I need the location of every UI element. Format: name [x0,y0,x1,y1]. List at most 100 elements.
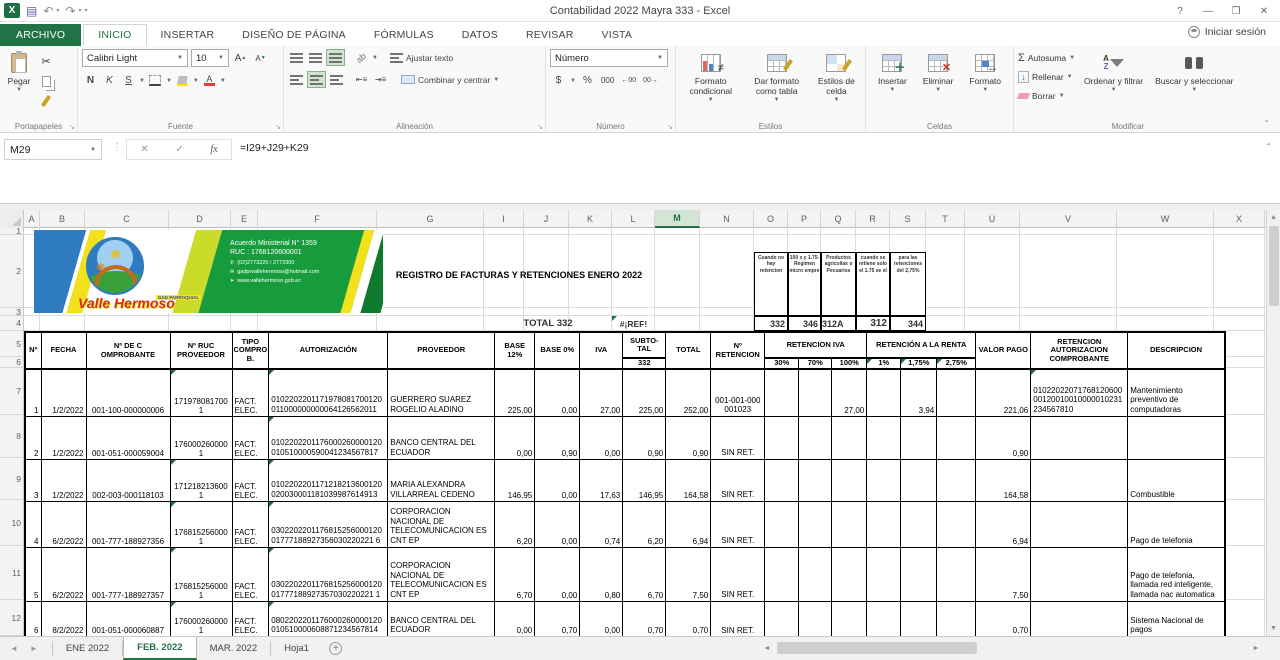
cell-autorizacion[interactable]: 0102202201176000260000120010510000590041… [269,416,388,459]
cell-proveedor[interactable]: GUERRERO SUAREZ ROGELIO ALADINO [388,369,495,416]
cell-valor_pago[interactable]: 0,70 [976,601,1031,636]
sign-in-button[interactable]: Iniciar sesión [1188,26,1266,38]
cell-n[interactable]: 4 [25,501,41,547]
cell-n_retencion[interactable]: SIN RET. [711,459,765,501]
cell-p1[interactable] [867,601,901,636]
cell-base0[interactable]: 0,00 [535,369,580,416]
cell-p1[interactable] [867,416,901,459]
ref-error-cell[interactable]: #¡REF! [612,316,655,331]
cell-n_retencion[interactable]: SIN RET. [711,547,765,601]
cell-r30[interactable] [765,547,799,601]
shrink-font-icon[interactable]: A▼ [252,50,269,67]
ref-code-cell[interactable]: 344 [890,316,926,331]
sheet-nav-right-icon[interactable]: ► [30,644,38,653]
header-fecha[interactable]: FECHA [41,332,86,369]
font-size-combo[interactable]: 10▼ [191,49,229,67]
cell-fecha[interactable]: 6/2/2022 [41,501,86,547]
cell-fecha[interactable]: 1/2/2022 [41,459,86,501]
cell-ret_aut[interactable] [1031,501,1128,547]
cell-p1[interactable] [867,547,901,601]
enter-icon[interactable]: ✓ [175,144,183,155]
paste-button[interactable]: Pegar▼ [4,49,34,109]
autosum-button[interactable]: Σ Autosuma▼ [1018,49,1075,67]
cell-tipo[interactable]: FACT. ELEC. [232,501,269,547]
cell-base12[interactable]: 6,70 [495,547,535,601]
collapse-ribbon-icon[interactable]: ⌃ [1263,119,1270,128]
header-valor_pago[interactable]: VALOR PAGO [976,332,1031,369]
insert-cells-button[interactable]: ＋ Insertar▼ [875,49,910,96]
row-header-11[interactable]: 11 [0,546,24,600]
cell-tipo[interactable]: FACT. ELEC. [232,547,269,601]
name-box-dropdown-icon[interactable]: ▼ [90,147,96,153]
cell-r30[interactable] [765,501,799,547]
formula-input[interactable]: =I29+J29+K29 [240,142,309,154]
cell-base12[interactable]: 6,20 [495,501,535,547]
cell-fecha[interactable]: 6/2/2022 [41,547,86,601]
cell-r70[interactable] [799,369,832,416]
cell-p175[interactable] [901,601,937,636]
cell-proveedor[interactable]: BANCO CENTRAL DEL ECUADOR [388,416,495,459]
column-header-i[interactable]: I [484,210,524,228]
alignment-dialog-launcher-icon[interactable]: ↘ [537,123,543,131]
scroll-right-icon[interactable]: ► [1248,645,1264,652]
name-box-splitter[interactable]: ⋮ [112,142,122,153]
cell-n_retencion[interactable]: SIN RET. [711,501,765,547]
currency-icon[interactable]: $ [550,72,567,89]
cell-valor_pago[interactable]: 6,94 [976,501,1031,547]
vertical-scrollbar[interactable]: ▲ ▼ [1266,210,1280,636]
cell-p175[interactable] [901,547,937,601]
sheet-tab-mar-2022[interactable]: MAR. 2022 [197,637,271,660]
cell-r70[interactable] [799,416,832,459]
grow-font-icon[interactable]: A▲ [232,50,249,67]
cell-r100[interactable] [832,547,867,601]
name-box[interactable]: M29 ▼ [4,139,102,160]
header-base0[interactable]: BASE 0% [535,332,580,369]
cell-r70[interactable] [799,501,832,547]
help-icon[interactable]: ? [1166,0,1194,22]
header-ruc[interactable]: Nº RUC PROVEEDOR [170,332,232,369]
underline-dropdown-icon[interactable]: ▼ [139,78,145,84]
delete-cells-button[interactable]: ✕ Eliminar▼ [920,49,957,96]
cell-subtotal[interactable]: 146,95 [623,459,666,501]
cell-p1[interactable] [867,501,901,547]
cell-comprobante[interactable]: 001-777-188927357 [86,547,170,601]
cell-r70[interactable] [799,547,832,601]
column-header-n[interactable]: N [700,210,754,228]
cell-base0[interactable]: 0,90 [535,416,580,459]
header-renta175[interactable]: 1,75% [901,358,937,369]
horizontal-scrollbar[interactable]: ◄ ► [759,640,1264,656]
new-sheet-button[interactable]: + [322,637,350,660]
cell-r70[interactable] [799,459,832,501]
cell-r30[interactable] [765,459,799,501]
cell-tipo[interactable]: FACT. ELEC. [232,601,269,636]
row-header-10[interactable]: 10 [0,500,24,546]
header-ret_comprobante[interactable]: RETENCION AUTORIZACION COMPROBANTE [1031,332,1128,369]
comma-style-icon[interactable]: 000 [599,72,616,89]
cell-base12[interactable]: 225,00 [495,369,535,416]
insert-function-icon[interactable]: fx [210,144,217,155]
cell-comprobante[interactable]: 001-051-000059004 [86,416,170,459]
cell-ruc[interactable]: 1712182136001 [170,459,232,501]
sheet-tab-ene-2022[interactable]: ENE 2022 [53,637,122,660]
cell-proveedor[interactable]: CORPORACION NACIONAL DE TELECOMUNICACION… [388,547,495,601]
cell-r70[interactable] [799,601,832,636]
font-name-combo[interactable]: Calibri Light▼ [82,49,188,67]
cell-total[interactable]: 164,58 [666,459,711,501]
header-subtotal[interactable]: SUBTO-TAL [623,332,666,358]
cell-descripcion[interactable]: Pago de telefonia [1128,501,1225,547]
cell-ruc[interactable]: 1719780817001 [170,369,232,416]
header-renta275[interactable]: 2,75% [937,358,976,369]
cell-tipo[interactable]: FACT. ELEC. [232,416,269,459]
cell-base12[interactable]: 0,00 [495,601,535,636]
header-iva70[interactable]: 70% [799,358,832,369]
ribbon-tab-f-rmulas[interactable]: FÓRMULAS [360,25,448,46]
cell-valor_pago[interactable]: 164,58 [976,459,1031,501]
cell-r100[interactable]: 27,00 [832,369,867,416]
header-n_retencion[interactable]: Nº RETENCION [711,332,765,369]
cell-subtotal[interactable]: 0,70 [623,601,666,636]
sheet-title-cell[interactable]: REGISTRO DE FACTURAS Y RETENCIONES ENERO… [385,252,653,300]
align-top-icon[interactable] [288,49,305,66]
cell-ruc[interactable]: 1760002600001 [170,601,232,636]
cell-p1[interactable] [867,459,901,501]
cell-fecha[interactable]: 8/2/2022 [41,601,86,636]
